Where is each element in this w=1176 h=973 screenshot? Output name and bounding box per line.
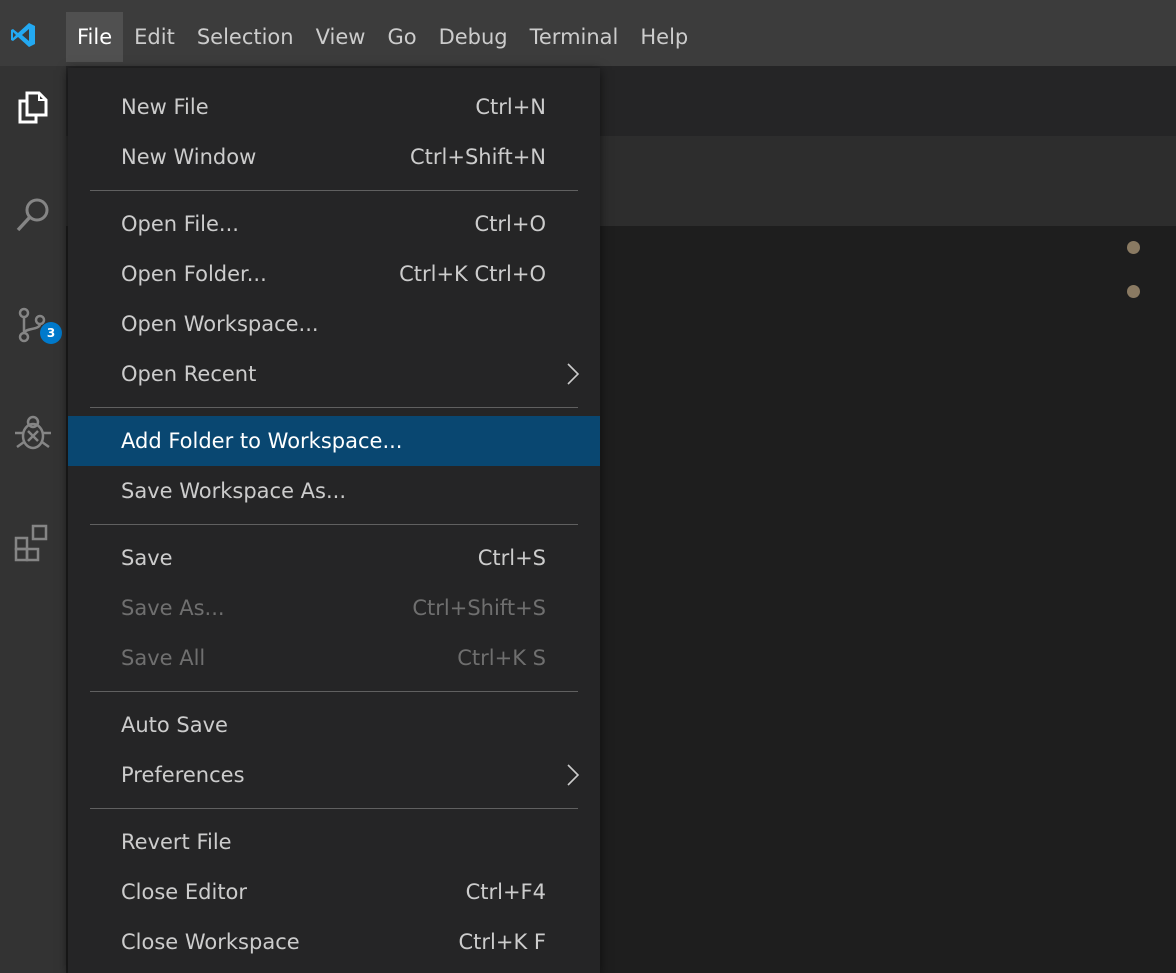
menu-separator	[90, 691, 578, 692]
menu-item-shortcut: Ctrl+Shift+N	[410, 145, 546, 169]
menu-item-new-window[interactable]: New Window Ctrl+Shift+N	[68, 132, 600, 182]
status-dot	[1127, 285, 1140, 298]
menu-item-label: Open File...	[121, 212, 239, 236]
menu-item-open-workspace[interactable]: Open Workspace...	[68, 299, 600, 349]
menu-item-save-workspace-as[interactable]: Save Workspace As...	[68, 466, 600, 516]
activity-bar: 3	[0, 66, 66, 973]
menu-item-close-editor[interactable]: Close Editor Ctrl+F4	[68, 867, 600, 917]
menu-item-shortcut: Ctrl+S	[477, 546, 546, 570]
menu-separator	[90, 808, 578, 809]
explorer-icon[interactable]	[0, 74, 66, 140]
vscode-logo-icon	[10, 22, 36, 48]
source-control-badge: 3	[40, 322, 62, 344]
menu-item-preferences[interactable]: Preferences	[68, 750, 600, 800]
menu-go[interactable]: Go	[376, 12, 427, 62]
menu-separator	[90, 190, 578, 191]
menu-selection[interactable]: Selection	[186, 12, 305, 62]
menu-item-add-folder-to-workspace[interactable]: Add Folder to Workspace...	[68, 416, 600, 466]
menu-item-label: Open Folder...	[121, 262, 267, 286]
debug-icon[interactable]	[0, 400, 66, 466]
menu-item-label: Open Workspace...	[121, 312, 319, 336]
menu-item-label: Close Workspace	[121, 930, 300, 954]
menu-item-auto-save[interactable]: Auto Save	[68, 700, 600, 750]
file-menu-dropdown: New File Ctrl+N New Window Ctrl+Shift+N …	[68, 68, 600, 973]
menu-item-label: Save All	[121, 646, 206, 670]
menu-item-shortcut: Ctrl+K S	[457, 646, 546, 670]
menu-terminal[interactable]: Terminal	[519, 12, 630, 62]
menu-item-shortcut: Ctrl+K Ctrl+O	[399, 262, 546, 286]
menu-item-label: Close Editor	[121, 880, 248, 904]
menu-item-shortcut: Ctrl+K F	[458, 930, 547, 954]
search-icon[interactable]	[0, 182, 66, 248]
menu-item-label: Open Recent	[121, 362, 257, 386]
extensions-icon[interactable]	[0, 510, 66, 576]
menu-item-label: New File	[121, 95, 209, 119]
menu-bar: File Edit Selection View Go Debug Termin…	[0, 0, 1176, 66]
menu-help[interactable]: Help	[629, 12, 699, 62]
menu-item-shortcut: Ctrl+F4	[465, 880, 546, 904]
menu-item-close-workspace[interactable]: Close Workspace Ctrl+K F	[68, 917, 600, 967]
menu-debug[interactable]: Debug	[428, 12, 519, 62]
menu-file[interactable]: File	[66, 12, 124, 62]
menu-item-revert-file[interactable]: Revert File	[68, 817, 600, 867]
vscode-window: File Edit Selection View Go Debug Termin…	[0, 0, 1176, 973]
menu-item-shortcut: Ctrl+O	[474, 212, 547, 236]
menu-list: File Edit Selection View Go Debug Termin…	[66, 12, 699, 62]
menu-item-label: Save As...	[121, 596, 225, 620]
menu-item-label: Preferences	[121, 763, 245, 787]
menu-item-new-file[interactable]: New File Ctrl+N	[68, 82, 600, 132]
menu-item-shortcut: Ctrl+N	[475, 95, 546, 119]
status-dot	[1127, 241, 1140, 254]
menu-item-open-recent[interactable]: Open Recent	[68, 349, 600, 399]
menu-item-label: Add Folder to Workspace...	[121, 429, 403, 453]
menu-item-label: Save Workspace As...	[121, 479, 347, 503]
menu-item-shortcut: Ctrl+Shift+S	[412, 596, 546, 620]
menu-item-open-file[interactable]: Open File... Ctrl+O	[68, 199, 600, 249]
menu-item-label: Save	[121, 546, 173, 570]
menu-separator	[90, 524, 578, 525]
menu-item-save[interactable]: Save Ctrl+S	[68, 533, 600, 583]
menu-edit[interactable]: Edit	[123, 12, 186, 62]
menu-item-open-folder[interactable]: Open Folder... Ctrl+K Ctrl+O	[68, 249, 600, 299]
menu-item-label: New Window	[121, 145, 257, 169]
menu-view[interactable]: View	[305, 12, 377, 62]
menu-item-save-all[interactable]: Save All Ctrl+K S	[68, 633, 600, 683]
chevron-right-icon	[566, 361, 580, 387]
chevron-right-icon	[566, 762, 580, 788]
menu-item-label: Revert File	[121, 830, 232, 854]
menu-item-save-as[interactable]: Save As... Ctrl+Shift+S	[68, 583, 600, 633]
menu-separator	[90, 407, 578, 408]
menu-item-label: Auto Save	[121, 713, 228, 737]
